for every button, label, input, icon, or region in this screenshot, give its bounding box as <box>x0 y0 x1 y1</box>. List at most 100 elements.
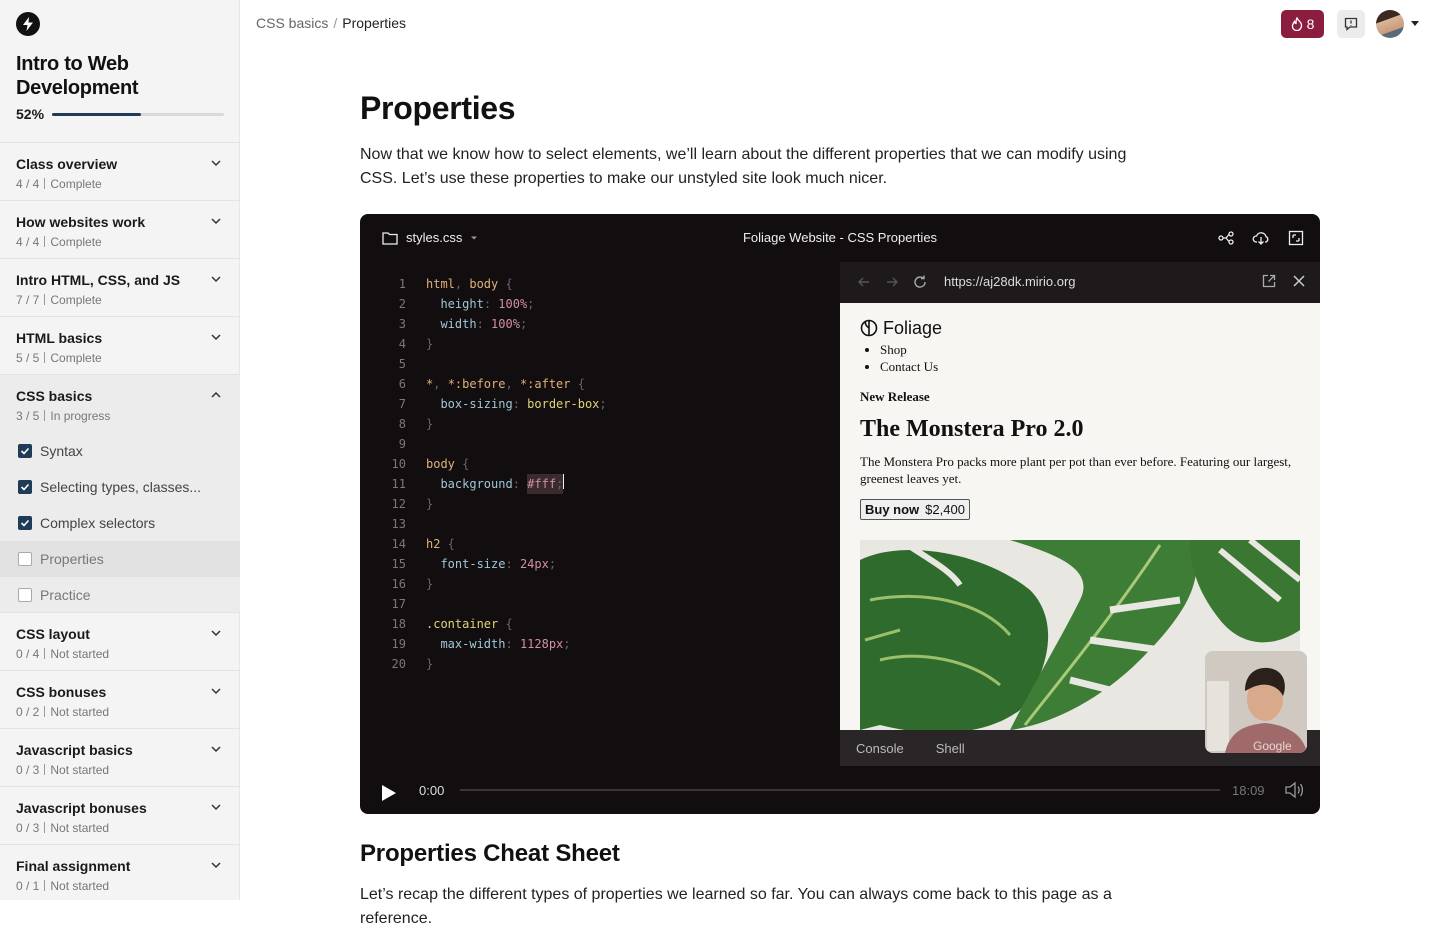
section-count: 7 / 7 <box>16 293 40 307</box>
code-token: { <box>498 617 513 631</box>
lesson-item[interactable]: Syntax <box>0 433 240 469</box>
course-progress-fill <box>52 112 142 116</box>
close-icon[interactable] <box>1292 274 1306 288</box>
sidebar-section[interactable]: CSS layout 0 / 4 Not started <box>0 612 240 670</box>
video-scrubber[interactable] <box>460 789 1220 791</box>
site-nav-contact[interactable]: Contact Us <box>880 358 1305 375</box>
sidebar-section[interactable]: Javascript basics 0 / 3 Not started <box>0 728 240 786</box>
sidebar-section[interactable]: Class overview 4 / 4 Complete <box>0 142 240 200</box>
forward-arrow-icon[interactable] <box>884 274 900 290</box>
section-meta: 7 / 7 Complete <box>16 292 224 308</box>
bolt-logo-icon[interactable] <box>16 12 40 36</box>
code-token: html <box>426 277 455 291</box>
section-title: HTML basics <box>16 330 103 346</box>
chevron-down-icon[interactable] <box>210 685 222 697</box>
section-meta: 0 / 3 Not started <box>16 820 224 836</box>
code-token: *:after <box>519 377 571 391</box>
volume-icon[interactable] <box>1284 781 1304 799</box>
code-token: .container <box>426 617 499 631</box>
section-status: Complete <box>50 177 102 191</box>
text-cursor <box>563 474 565 489</box>
code-token: body <box>426 457 455 471</box>
site-description: The Monstera Pro packs more plant per po… <box>860 454 1292 486</box>
code-line: 3 width: 100%; <box>388 314 607 334</box>
chevron-down-icon[interactable] <box>210 157 222 169</box>
section-status: Not started <box>50 647 110 661</box>
sidebar-section[interactable]: CSS bonuses 0 / 2 Not started <box>0 670 240 728</box>
streak-badge[interactable]: 8 <box>1281 10 1324 38</box>
browser-url[interactable]: https://aj28dk.mirio.org <box>944 274 1076 289</box>
shell-tab[interactable]: Shell <box>936 741 965 756</box>
expand-icon[interactable] <box>1288 230 1304 246</box>
back-arrow-icon[interactable] <box>856 274 872 290</box>
section-meta: 4 / 4 Complete <box>16 234 224 250</box>
checkbox-checked-icon <box>18 480 32 494</box>
code-line: 11 background: #fff; <box>388 474 607 494</box>
chevron-down-icon[interactable] <box>210 743 222 755</box>
checkbox-empty-icon <box>18 588 32 602</box>
code-token: : <box>483 297 499 311</box>
play-icon[interactable] <box>380 782 398 804</box>
chevron-down-icon[interactable] <box>210 215 222 227</box>
course-title: Intro to Web Development <box>16 53 139 99</box>
preview-site: Foliage Shop Contact Us New Release The … <box>860 318 1305 520</box>
sidebar-section[interactable]: Javascript bonuses 0 / 3 Not started <box>0 786 240 844</box>
lesson-item[interactable]: Selecting types, classes... <box>0 469 240 505</box>
lesson-label: Properties <box>40 551 104 567</box>
chevron-up-icon[interactable] <box>210 389 222 401</box>
code-line: 12} <box>388 494 607 514</box>
chevron-down-icon[interactable] <box>210 859 222 871</box>
chevron-down-icon[interactable] <box>210 801 222 813</box>
code-token: height <box>440 297 484 311</box>
site-brand: Foliage <box>860 318 1305 338</box>
open-external-icon[interactable] <box>1262 274 1276 288</box>
chevron-down-icon[interactable] <box>210 331 222 343</box>
section-count: 0 / 2 <box>16 705 40 719</box>
feedback-button[interactable] <box>1337 10 1365 38</box>
video-player[interactable]: styles.css Foliage Website - CSS Propert… <box>360 214 1320 814</box>
caret-down-icon[interactable] <box>1411 21 1419 26</box>
lesson-list: Syntax Selecting types, classes... Complex… <box>0 433 240 613</box>
section-meta: 0 / 3 Not started <box>16 762 224 778</box>
site-nav-shop[interactable]: Shop <box>880 341 1305 358</box>
code-editor[interactable]: 1 html, body {2 height: 100%; 3 width: 100… <box>388 274 607 674</box>
sidebar-section[interactable]: HTML basics 5 / 5 Complete <box>0 316 240 374</box>
breadcrumb-parent[interactable]: CSS basics <box>256 15 328 31</box>
share-network-icon[interactable] <box>1218 230 1234 246</box>
reload-icon[interactable] <box>912 274 928 290</box>
section-count: 4 / 4 <box>16 235 40 249</box>
console-tab[interactable]: Console <box>856 741 904 756</box>
line-number: 10 <box>391 457 406 471</box>
section-status: Not started <box>50 763 110 777</box>
code-token: : <box>505 557 520 571</box>
code-line: 9 <box>388 434 607 454</box>
site-nav: Shop Contact Us <box>860 341 1305 375</box>
code-token: } <box>426 497 434 511</box>
chevron-down-icon[interactable] <box>210 627 222 639</box>
lesson-item[interactable]: Properties <box>0 541 240 577</box>
code-token: h2 <box>426 537 441 551</box>
code-line: 13 <box>388 514 607 534</box>
code-token: 100% <box>498 297 528 311</box>
sidebar-section[interactable]: How websites work 4 / 4 Complete <box>0 200 240 258</box>
code-token: 100% <box>491 317 520 331</box>
line-number: 13 <box>391 517 406 531</box>
line-number: 20 <box>391 657 406 671</box>
section-list: Class overview 4 / 4 Complete How websites … <box>0 142 240 902</box>
section-count: 0 / 3 <box>16 821 40 835</box>
sidebar-section[interactable]: Final assignment 0 / 1 Not started <box>0 844 240 902</box>
section-title: Final assignment <box>16 858 131 874</box>
buy-now-button[interactable]: Buy now $2,400 <box>860 499 970 520</box>
top-bar: CSS basics / Properties 8 <box>240 0 1440 48</box>
lesson-item[interactable]: Complex selectors <box>0 505 240 541</box>
chevron-down-icon[interactable] <box>210 273 222 285</box>
sidebar-section[interactable]: CSS basics 3 / 5 In progress Syntax Selectin… <box>0 374 240 612</box>
section-status: Complete <box>50 351 102 365</box>
sidebar-section[interactable]: Intro HTML, CSS, and JS 7 / 7 Complete <box>0 258 240 316</box>
cloud-download-icon[interactable] <box>1252 230 1270 246</box>
avatar[interactable] <box>1376 10 1404 38</box>
section-title: CSS basics <box>16 388 93 404</box>
lesson-item[interactable]: Practice <box>0 577 240 613</box>
code-line: 16} <box>388 574 607 594</box>
